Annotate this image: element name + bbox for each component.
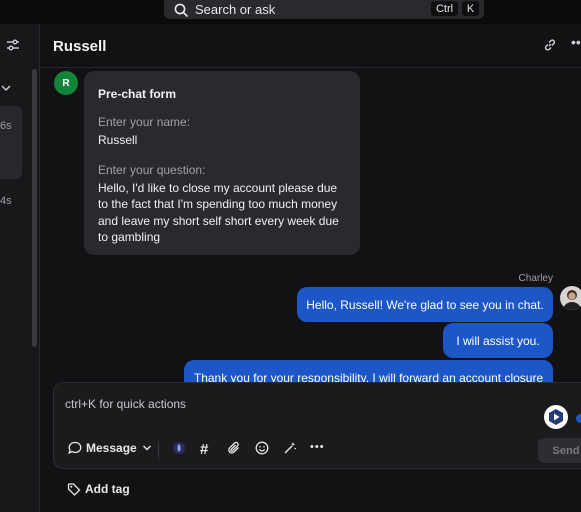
- agent-name: Charley: [518, 273, 553, 284]
- chat-list-item-active[interactable]: [0, 106, 22, 179]
- agent-avatar: [560, 286, 581, 310]
- composer-input[interactable]: ctrl+K for quick actions: [65, 397, 186, 411]
- form-question-value: Hello, I'd like to close my account plea…: [98, 180, 339, 245]
- ai-spark-icon[interactable]: [172, 441, 186, 455]
- add-tag-label: Add tag: [85, 482, 130, 496]
- link-icon[interactable]: [543, 38, 557, 52]
- more-options-icon[interactable]: •••: [571, 34, 581, 50]
- message-mode-dropdown[interactable]: Message: [68, 441, 152, 455]
- top-bar: Search or ask Ctrl K: [0, 0, 581, 24]
- form-name-label: Enter your name:: [98, 115, 191, 129]
- tag-icon: [67, 482, 81, 496]
- status-dot: [576, 414, 581, 423]
- shortcut-ctrl-key: Ctrl: [431, 1, 458, 16]
- customer-avatar: R: [54, 71, 78, 95]
- chevron-down-icon[interactable]: [0, 82, 12, 94]
- filter-settings-icon[interactable]: [6, 38, 20, 52]
- chevron-down-icon: [142, 443, 152, 453]
- agent-message: Thank you for your responsibility. I wil…: [184, 360, 553, 382]
- hashtag-icon[interactable]: #: [200, 441, 208, 458]
- pre-chat-form-card: Pre-chat form Enter your name: Russell E…: [84, 71, 360, 255]
- ai-assistant-icon[interactable]: [544, 405, 568, 429]
- add-tag-button[interactable]: Add tag: [67, 482, 130, 496]
- form-question-label: Enter your question:: [98, 162, 206, 177]
- message-composer: ctrl+K for quick actions Message # ••• S…: [53, 382, 581, 469]
- more-tools-icon[interactable]: •••: [310, 441, 325, 453]
- chat-list-item-time: 4s: [0, 195, 12, 207]
- chat-title: Russell: [53, 38, 107, 55]
- chat-header: Russell •••: [41, 24, 581, 68]
- toolbar-divider: [158, 443, 159, 459]
- message-mode-label: Message: [86, 441, 137, 455]
- send-button[interactable]: Send: [538, 438, 581, 463]
- emoji-icon[interactable]: [255, 441, 269, 455]
- agent-message: I will assist you.: [443, 323, 553, 358]
- global-search-box[interactable]: Search or ask Ctrl K: [164, 0, 484, 19]
- pre-chat-form-title: Pre-chat form: [98, 87, 177, 101]
- speech-bubble-icon: [68, 441, 82, 455]
- form-name-value: Russell: [98, 133, 138, 147]
- attachment-icon[interactable]: [227, 441, 241, 455]
- search-label: Search or ask: [195, 2, 276, 17]
- sidebar-scrollbar[interactable]: [32, 69, 37, 347]
- magic-wand-icon[interactable]: [283, 441, 297, 455]
- chat-list-sidebar: 6s 4s: [0, 24, 40, 512]
- shortcut-k-key: K: [462, 1, 479, 16]
- agent-message: Hello, Russell! We're glad to see you in…: [297, 287, 553, 322]
- search-icon: [174, 3, 188, 17]
- chat-list-item-time: 6s: [0, 120, 12, 132]
